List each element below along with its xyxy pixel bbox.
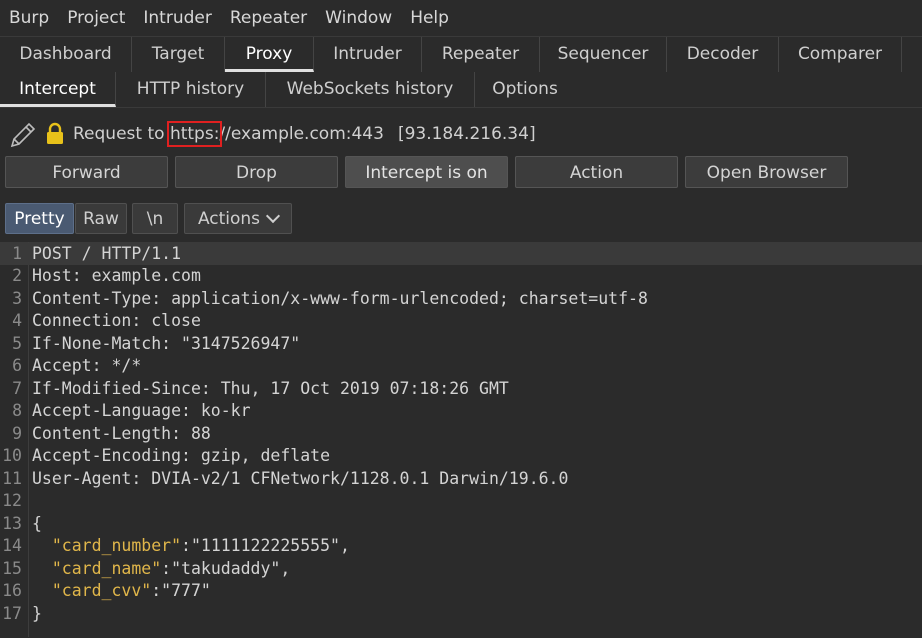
editor-line: 11 User-Agent: DVIA-v2/1 CFNetwork/1128.0… [0, 468, 922, 490]
tab-options[interactable]: Options [475, 72, 575, 107]
proxy-sub-tabs: Intercept HTTP history WebSockets histor… [0, 72, 922, 108]
action-button[interactable]: Action [515, 156, 678, 188]
tab-repeater[interactable]: Repeater [422, 37, 540, 72]
line-number: 12 [2, 491, 22, 510]
line-text: Content-Type: application/x-www-form-url… [32, 289, 648, 308]
line-text: Content-Length: 88 [32, 424, 211, 443]
line-number: 2 [12, 266, 22, 285]
json-value: :"1111122225555", [181, 536, 350, 555]
editor-line: 3 Content-Type: application/x-www-form-ur… [0, 288, 922, 310]
tab-dashboard[interactable]: Dashboard [0, 37, 132, 72]
tab-sequencer[interactable]: Sequencer [540, 37, 667, 72]
line-text: POST / HTTP/1.1 [32, 244, 182, 263]
menu-project[interactable]: Project [58, 0, 134, 36]
line-number: 6 [12, 356, 22, 375]
editor-line: 8 Accept-Language: ko-kr [0, 400, 922, 422]
editor-line: 10 Accept-Encoding: gzip, deflate [0, 445, 922, 467]
json-key: "card_cvv" [51, 581, 152, 600]
message-view-toolbar: Pretty Raw \n Actions [0, 203, 922, 235]
line-number: 15 [2, 559, 22, 578]
editor-line: 15 "card_name":"takudaddy", [0, 558, 922, 580]
line-number: 16 [2, 581, 22, 600]
menu-help[interactable]: Help [401, 0, 458, 36]
line-text: If-Modified-Since: Thu, 17 Oct 2019 07:1… [32, 379, 509, 398]
tab-intercept[interactable]: Intercept [0, 72, 116, 107]
request-prefix: Request to [73, 124, 170, 144]
request-ip: [93.184.216.34] [397, 124, 536, 144]
line-text: "card_name":"takudaddy", [32, 558, 290, 580]
actions-label: Actions [197, 209, 261, 229]
editor-line: 2 Host: example.com [0, 265, 922, 287]
drop-button[interactable]: Drop [175, 156, 338, 188]
pencil-icon[interactable] [8, 120, 38, 150]
line-number: 14 [2, 536, 22, 555]
request-target: Request to https://example.com:443 [93.18… [73, 121, 536, 147]
line-text: "card_cvv":"777" [32, 580, 211, 602]
json-value: :"takudaddy", [161, 559, 291, 578]
editor-line: 7 If-Modified-Since: Thu, 17 Oct 2019 07:… [0, 378, 922, 400]
line-number: 7 [12, 379, 22, 398]
line-text: Connection: close [32, 311, 201, 330]
menu-window[interactable]: Window [316, 0, 401, 36]
line-text: If-None-Match: "3147526947" [32, 334, 301, 353]
editor-line: 1 POST / HTTP/1.1 [0, 243, 922, 265]
request-host: //example.com:443 [219, 124, 384, 144]
tab-websockets-history[interactable]: WebSockets history [266, 72, 475, 107]
tab-proxy[interactable]: Proxy [225, 37, 314, 72]
line-text: Host: example.com [32, 266, 201, 285]
main-tabs: Dashboard Target Proxy Intruder Repeater… [0, 36, 922, 73]
editor-line: 6 Accept: */* [0, 355, 922, 377]
menu-bar: Burp Project Intruder Repeater Window He… [0, 0, 922, 36]
line-text: Accept-Encoding: gzip, deflate [32, 446, 331, 465]
line-text: User-Agent: DVIA-v2/1 CFNetwork/1128.0.1… [32, 469, 569, 488]
open-browser-button[interactable]: Open Browser [685, 156, 848, 188]
line-text: Accept: */* [32, 356, 142, 375]
actions-menu-button[interactable]: Actions [184, 203, 292, 234]
line-number: 9 [12, 424, 22, 443]
line-number: 13 [2, 514, 22, 533]
raw-view-button[interactable]: Raw [75, 203, 127, 234]
editor-line: 17} [0, 603, 922, 625]
json-key: "card_name" [51, 559, 162, 578]
line-number: 11 [2, 469, 22, 488]
line-number: 4 [12, 311, 22, 330]
request-scheme: https: [166, 121, 223, 147]
tab-decoder[interactable]: Decoder [667, 37, 779, 72]
editor-line: 12 [0, 490, 922, 512]
lock-icon [47, 122, 63, 144]
editor-line: 13 { [0, 513, 922, 535]
pretty-view-button[interactable]: Pretty [5, 203, 74, 234]
intercept-toolbar: Forward Drop Intercept is on Action Open… [0, 156, 922, 190]
tab-target[interactable]: Target [132, 37, 225, 72]
newline-toggle-button[interactable]: \n [132, 203, 178, 234]
editor-line: 16 "card_cvv":"777" [0, 580, 922, 602]
line-number: 1 [12, 244, 22, 263]
editor-line: 9 Content-Length: 88 [0, 423, 922, 445]
tab-intruder[interactable]: Intruder [314, 37, 422, 72]
line-number: 17 [2, 604, 22, 623]
menu-repeater[interactable]: Repeater [221, 0, 316, 36]
line-number: 10 [2, 446, 22, 465]
tab-comparer[interactable]: Comparer [779, 37, 902, 72]
editor-line: 14 "card_number":"1111122225555", [0, 535, 922, 557]
line-text: } [32, 604, 42, 623]
line-text: "card_number":"1111122225555", [32, 535, 350, 557]
line-number: 8 [12, 401, 22, 420]
editor-line: 5 If-None-Match: "3147526947" [0, 333, 922, 355]
tab-http-history[interactable]: HTTP history [116, 72, 266, 107]
menu-intruder[interactable]: Intruder [134, 0, 220, 36]
json-value: :"777" [151, 581, 211, 600]
chevron-down-icon [265, 208, 281, 224]
editor-line: 4 Connection: close [0, 310, 922, 332]
json-key: "card_number" [51, 536, 182, 555]
line-text: { [32, 514, 42, 533]
menu-burp[interactable]: Burp [0, 0, 58, 36]
line-number: 5 [12, 334, 22, 353]
line-text: Accept-Language: ko-kr [32, 401, 251, 420]
line-number: 3 [12, 289, 22, 308]
forward-button[interactable]: Forward [5, 156, 168, 188]
intercept-toggle-button[interactable]: Intercept is on [345, 156, 508, 188]
